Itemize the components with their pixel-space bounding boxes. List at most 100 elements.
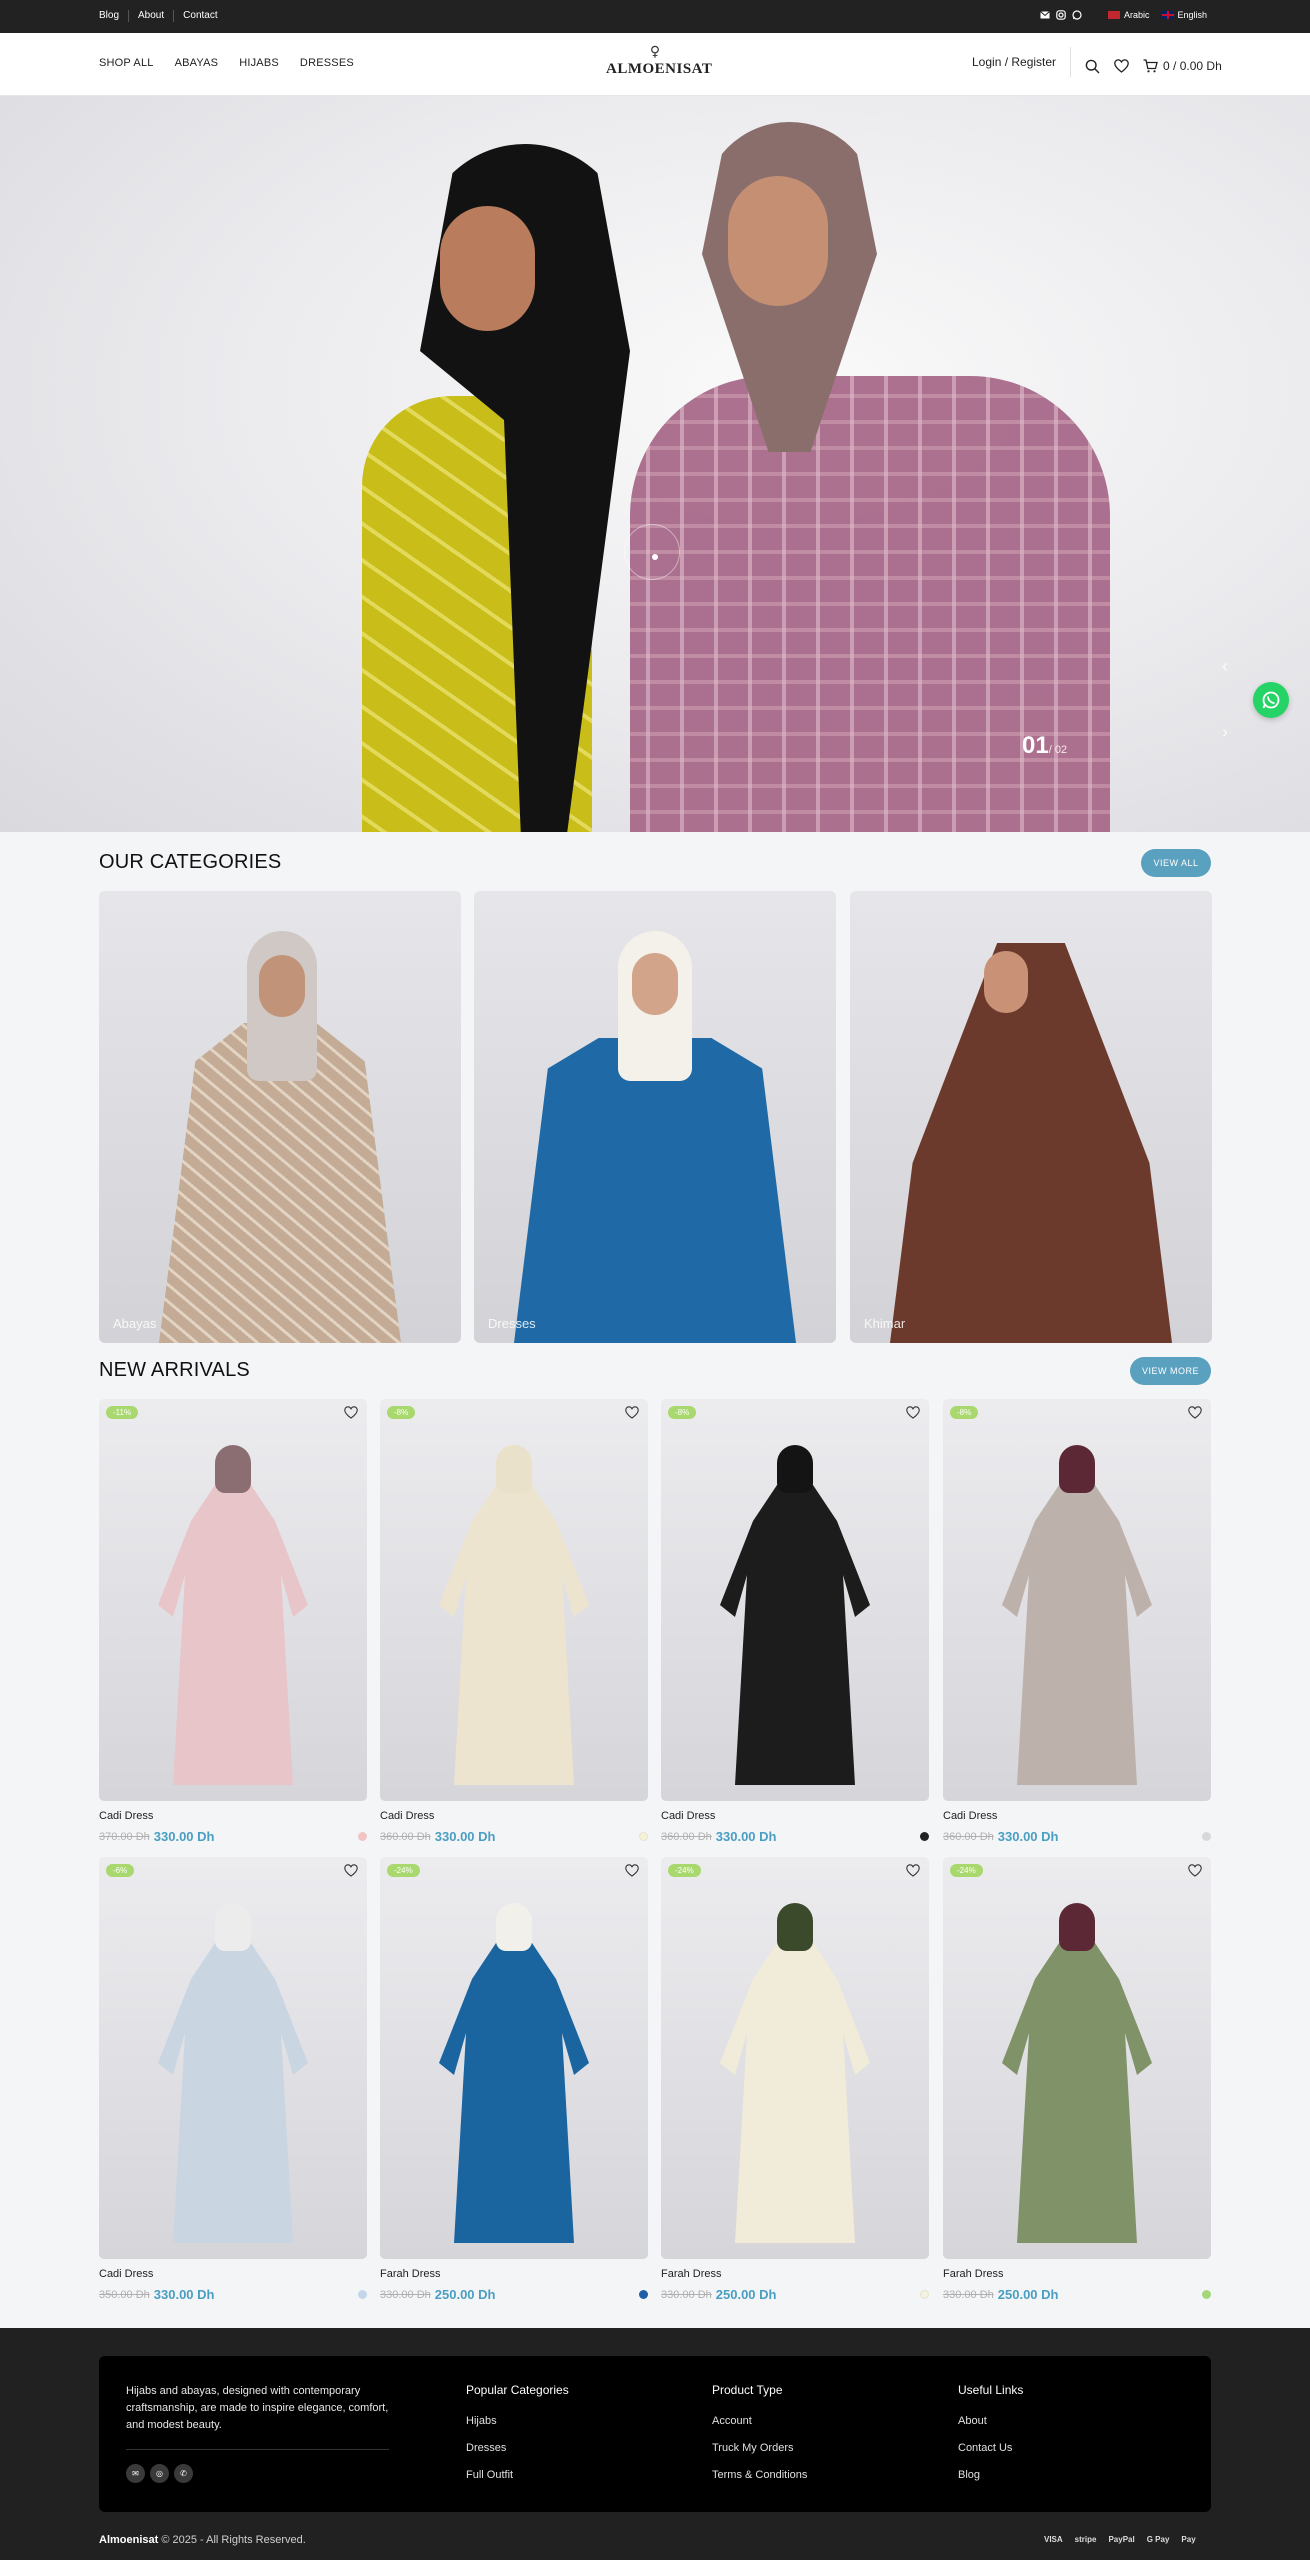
discount-badge: -6% <box>106 1864 135 1877</box>
product-name[interactable]: Cadi Dress <box>380 1810 648 1822</box>
product-card[interactable]: -24% Farah Dress 330.00 Dh 250.00 Dh <box>943 1857 1211 2302</box>
wishlist-heart-icon[interactable] <box>906 1406 920 1424</box>
main-nav: SHOP ALL ABAYAS HIJABS DRESSES <box>99 57 354 69</box>
footer-link[interactable]: Dresses <box>466 2442 569 2454</box>
category-card-abayas[interactable]: Abayas <box>99 891 461 1343</box>
product-card[interactable]: -24% Farah Dress 330.00 Dh 250.00 Dh <box>661 1857 929 2302</box>
top-link-blog[interactable]: Blog <box>99 10 130 22</box>
hero-slider[interactable]: 01/ 02 ‹ › <box>0 96 1310 832</box>
site-logo[interactable]: ♀ ALMOENISAT <box>606 45 712 78</box>
wishlist-heart-icon[interactable] <box>1188 1864 1202 1882</box>
category-card-dresses[interactable]: Dresses <box>474 891 836 1343</box>
footer-whatsapp-icon[interactable]: ✆ <box>174 2464 193 2483</box>
product-old-price: 360.00 Dh <box>943 1830 994 1843</box>
view-more-button[interactable]: VIEW MORE <box>1130 1357 1211 1385</box>
footer-link[interactable]: Contact Us <box>958 2442 1023 2454</box>
product-name[interactable]: Cadi Dress <box>661 1810 929 1822</box>
wishlist-heart-icon[interactable] <box>625 1406 639 1424</box>
category-model <box>890 943 1172 1343</box>
product-image[interactable]: -24% <box>661 1857 929 2259</box>
wishlist-heart-icon[interactable] <box>1114 59 1129 73</box>
product-card[interactable]: -8% Cadi Dress 360.00 Dh 330.00 Dh <box>943 1399 1211 1844</box>
login-register-link[interactable]: Login / Register <box>972 47 1072 77</box>
wishlist-heart-icon[interactable] <box>625 1864 639 1882</box>
whatsapp-chat-button[interactable] <box>1253 682 1289 718</box>
top-bar: Blog About Contact Arabic English <box>0 0 1310 33</box>
hero-model-left-face <box>440 206 535 331</box>
category-card-khimar[interactable]: Khimar <box>850 891 1212 1343</box>
nav-abayas[interactable]: ABAYAS <box>175 57 219 69</box>
copyright: Almoenisat © 2025 - All Rights Reserved. <box>99 2534 306 2546</box>
product-card[interactable]: -8% Cadi Dress 360.00 Dh 330.00 Dh <box>380 1399 648 1844</box>
product-name[interactable]: Farah Dress <box>380 2268 648 2280</box>
product-name[interactable]: Cadi Dress <box>99 1810 367 1822</box>
product-card[interactable]: -11% Cadi Dress 370.00 Dh 330.00 Dh <box>99 1399 367 1844</box>
top-link-about[interactable]: About <box>129 10 175 22</box>
product-image[interactable]: -11% <box>99 1399 367 1801</box>
wishlist-heart-icon[interactable] <box>344 1864 358 1882</box>
product-name[interactable]: Cadi Dress <box>943 1810 1211 1822</box>
color-swatch[interactable] <box>639 2290 648 2299</box>
copyright-text: © 2025 - All Rights Reserved. <box>158 2534 306 2546</box>
discount-badge: -24% <box>387 1864 420 1877</box>
color-swatch[interactable] <box>358 1832 367 1841</box>
product-card[interactable]: -6% Cadi Dress 350.00 Dh 330.00 Dh <box>99 1857 367 2302</box>
product-image[interactable]: -8% <box>943 1399 1211 1801</box>
product-prices: 360.00 Dh 330.00 Dh <box>943 1829 1211 1844</box>
product-card[interactable]: -24% Farah Dress 330.00 Dh 250.00 Dh <box>380 1857 648 2302</box>
color-swatch[interactable] <box>358 2290 367 2299</box>
color-swatch[interactable] <box>639 1832 648 1841</box>
nav-shop-all[interactable]: SHOP ALL <box>99 57 154 69</box>
footer-link[interactable]: Truck My Orders <box>712 2442 807 2454</box>
product-name[interactable]: Farah Dress <box>661 2268 929 2280</box>
lang-arabic[interactable]: Arabic <box>1108 10 1150 20</box>
top-link-contact[interactable]: Contact <box>174 10 226 22</box>
color-swatch[interactable] <box>920 1832 929 1841</box>
wishlist-heart-icon[interactable] <box>344 1406 358 1424</box>
footer-email-icon[interactable]: ✉ <box>126 2464 145 2483</box>
footer-link[interactable]: Full Outfit <box>466 2469 569 2481</box>
slide-counter: 01/ 02 <box>1022 732 1067 760</box>
color-swatch[interactable] <box>1202 1832 1211 1841</box>
product-price: 250.00 Dh <box>997 2287 1059 2302</box>
product-name[interactable]: Cadi Dress <box>99 2268 367 2280</box>
product-image[interactable]: -6% <box>99 1857 367 2259</box>
product-model-dress <box>158 1485 308 1785</box>
color-swatch[interactable] <box>1202 2290 1211 2299</box>
nav-dresses[interactable]: DRESSES <box>300 57 354 69</box>
product-image[interactable]: -8% <box>380 1399 648 1801</box>
product-card[interactable]: -8% Cadi Dress 360.00 Dh 330.00 Dh <box>661 1399 929 1844</box>
product-image[interactable]: -24% <box>943 1857 1211 2259</box>
lang-english[interactable]: English <box>1161 10 1207 20</box>
product-image[interactable]: -24% <box>380 1857 648 2259</box>
wishlist-heart-icon[interactable] <box>1188 1406 1202 1424</box>
product-model-hijab <box>215 1903 251 1951</box>
cart-button[interactable]: 0 / 0.00 Dh <box>1143 59 1222 73</box>
footer-link[interactable]: Account <box>712 2415 807 2427</box>
footer-instagram-icon[interactable]: ◎ <box>150 2464 169 2483</box>
search-icon[interactable] <box>1085 59 1100 74</box>
footer-link[interactable]: Terms & Conditions <box>712 2469 807 2481</box>
footer-link[interactable]: About <box>958 2415 1023 2427</box>
color-swatch[interactable] <box>920 2290 929 2299</box>
whatsapp-icon[interactable] <box>1072 10 1082 20</box>
footer-link[interactable]: Blog <box>958 2469 1023 2481</box>
discount-badge: -8% <box>387 1406 416 1419</box>
language-switcher: Arabic English <box>1108 10 1207 20</box>
email-icon[interactable] <box>1040 10 1050 20</box>
nav-hijabs[interactable]: HIJABS <box>239 57 279 69</box>
view-all-button[interactable]: VIEW ALL <box>1141 849 1211 877</box>
product-name[interactable]: Farah Dress <box>943 2268 1211 2280</box>
footer-link[interactable]: Hijabs <box>466 2415 569 2427</box>
slider-next-arrow-icon[interactable]: › <box>1222 722 1228 743</box>
hero-model-right-dress <box>630 376 1110 832</box>
wishlist-heart-icon[interactable] <box>906 1864 920 1882</box>
product-image[interactable]: -8% <box>661 1399 929 1801</box>
instagram-icon[interactable] <box>1056 10 1066 20</box>
slider-prev-arrow-icon[interactable]: ‹ <box>1222 656 1228 677</box>
slider-indicator-dot[interactable] <box>652 554 658 560</box>
category-model <box>514 1038 796 1343</box>
product-price: 250.00 Dh <box>715 2287 777 2302</box>
category-label: Khimar <box>864 1316 906 1331</box>
product-model-hijab <box>496 1445 532 1493</box>
